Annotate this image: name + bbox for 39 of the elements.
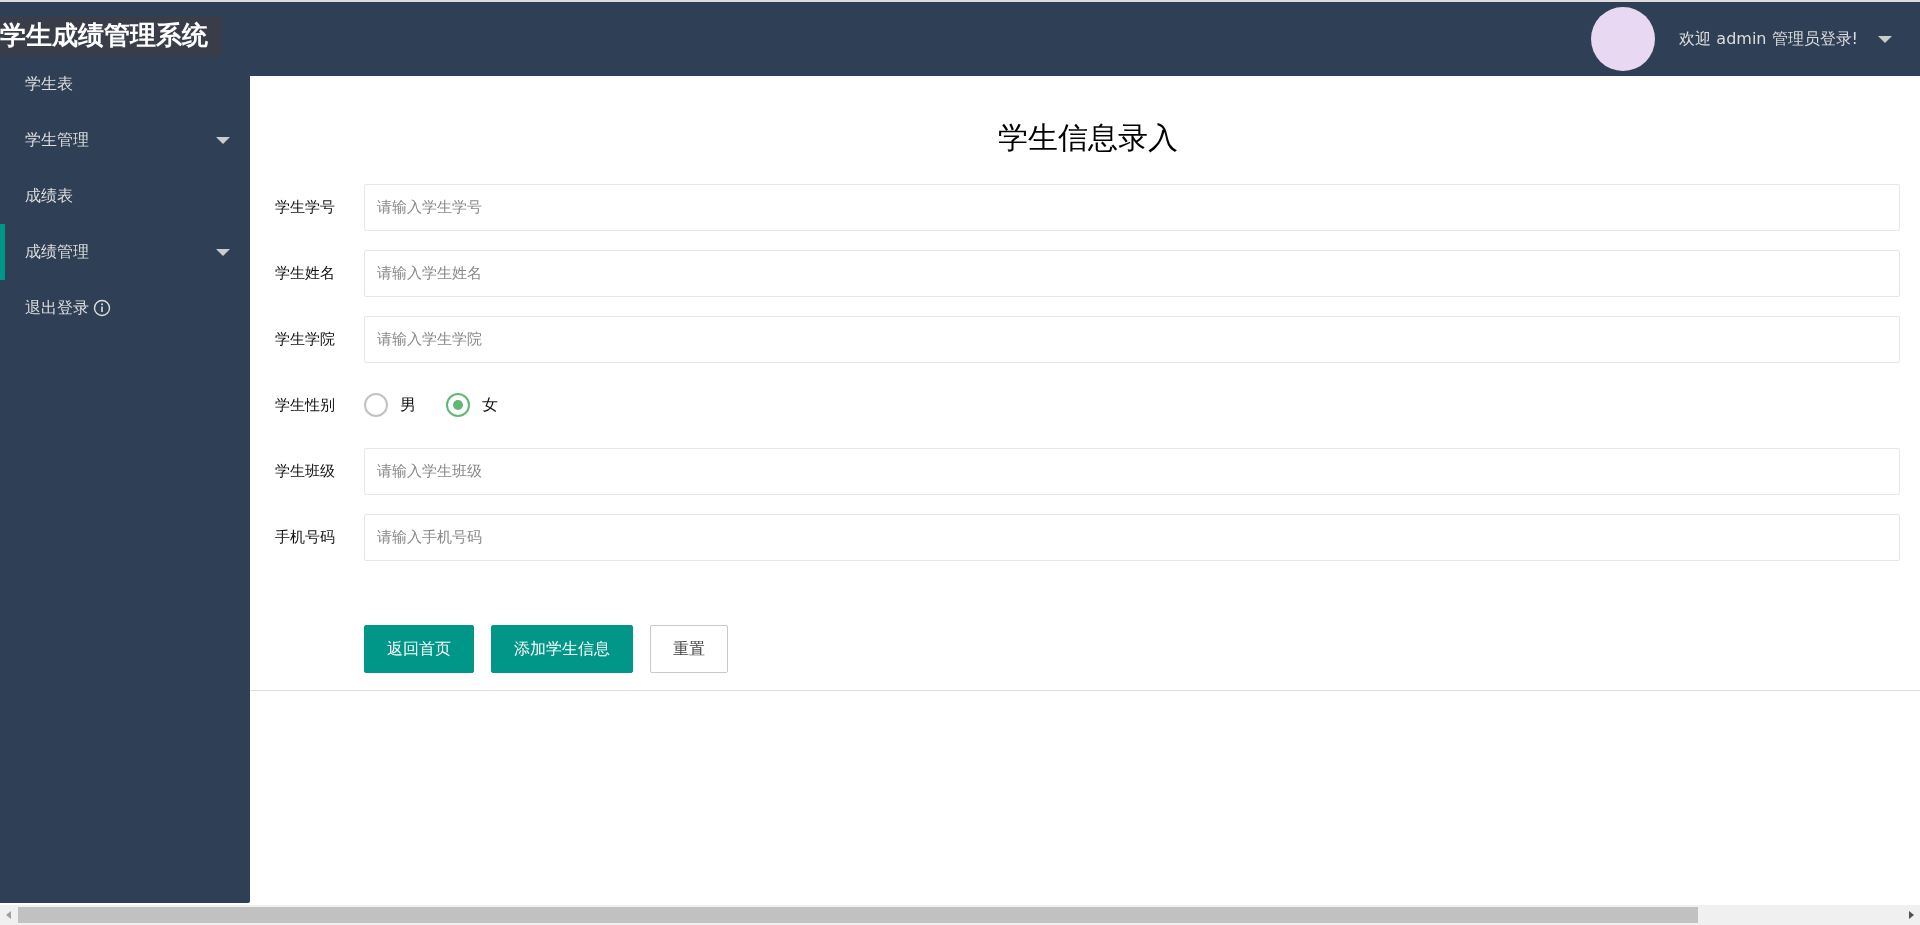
caret-icon (216, 248, 230, 256)
input-field[interactable]: 请输入学生学院 (364, 315, 1900, 363)
input-field[interactable]: 请输入学生学号 (364, 183, 1900, 231)
sidebar-item-label: 成绩表 (25, 185, 74, 207)
field-label: 手机号码 (275, 527, 336, 547)
horizontal-scrollbar[interactable] (0, 905, 1920, 925)
sidebar-item[interactable]: 退出登录 (0, 280, 250, 336)
field-label: 学生姓名 (275, 263, 336, 283)
action-button[interactable]: 添加学生信息 (491, 625, 633, 673)
sidebar-item-label: 退出登录 (25, 297, 89, 319)
reset-button[interactable]: 重置 (650, 625, 728, 673)
radio-option[interactable]: 男 (364, 393, 416, 417)
radio-label: 男 (400, 394, 416, 416)
sidebar-item[interactable]: 成绩表 (0, 168, 250, 224)
radio-label: 女 (482, 394, 498, 416)
action-button[interactable]: 返回首页 (364, 625, 474, 673)
scrollbar-thumb[interactable] (18, 907, 1698, 923)
field-label: 学生性别 (275, 395, 336, 415)
form-title: 学生信息录入 (996, 119, 1179, 157)
radio-button[interactable] (446, 393, 470, 417)
sidebar-item-label: 学生表 (25, 73, 74, 95)
sidebar-item[interactable]: 学生管理 (0, 112, 250, 168)
input-field[interactable]: 请输入手机号码 (364, 513, 1900, 561)
field-label: 学生班级 (275, 461, 336, 481)
field-label: 学生学院 (275, 329, 336, 349)
info-icon (93, 299, 111, 317)
input-field[interactable]: 请输入学生姓名 (364, 249, 1900, 297)
welcome-text[interactable]: 欢迎 admin 管理员登录! (1679, 28, 1858, 50)
sidebar-item-label: 学生管理 (25, 129, 90, 151)
sidebar-item[interactable]: 成绩管理 (0, 224, 250, 280)
app-title: 学生成绩管理系统 (0, 16, 222, 57)
sidebar-item[interactable]: 学生表 (0, 56, 250, 112)
field-label: 学生学号 (275, 197, 336, 217)
caret-icon (216, 136, 230, 144)
radio-option[interactable]: 女 (446, 393, 498, 417)
radio-button[interactable] (364, 393, 388, 417)
caret-icon[interactable] (1878, 35, 1892, 43)
input-field[interactable]: 请输入学生班级 (364, 447, 1900, 495)
sidebar-item-label: 成绩管理 (25, 241, 90, 263)
